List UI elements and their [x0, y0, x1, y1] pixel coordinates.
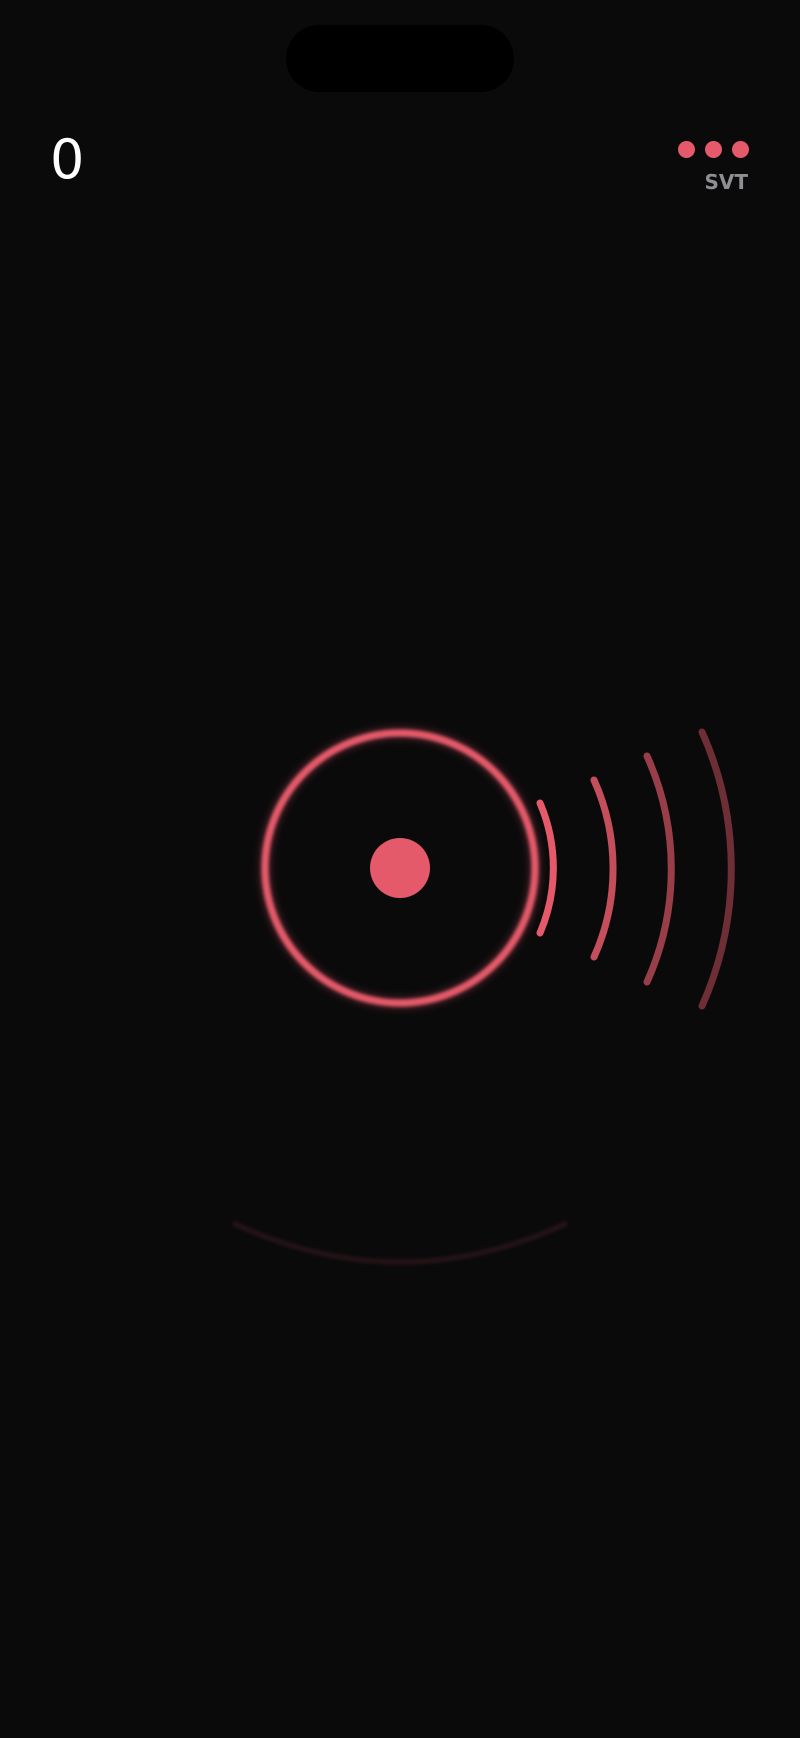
play-field [232, 728, 735, 1265]
faint-bottom-arc [232, 1221, 568, 1265]
wave-arc-3 [643, 752, 675, 986]
wave-arc-1 [536, 799, 557, 937]
wave-arc-2 [590, 776, 617, 961]
wave-arc-4 [698, 728, 735, 1010]
target-center-dot[interactable] [370, 838, 430, 898]
sound-wave-arcs-icon [536, 728, 735, 1010]
